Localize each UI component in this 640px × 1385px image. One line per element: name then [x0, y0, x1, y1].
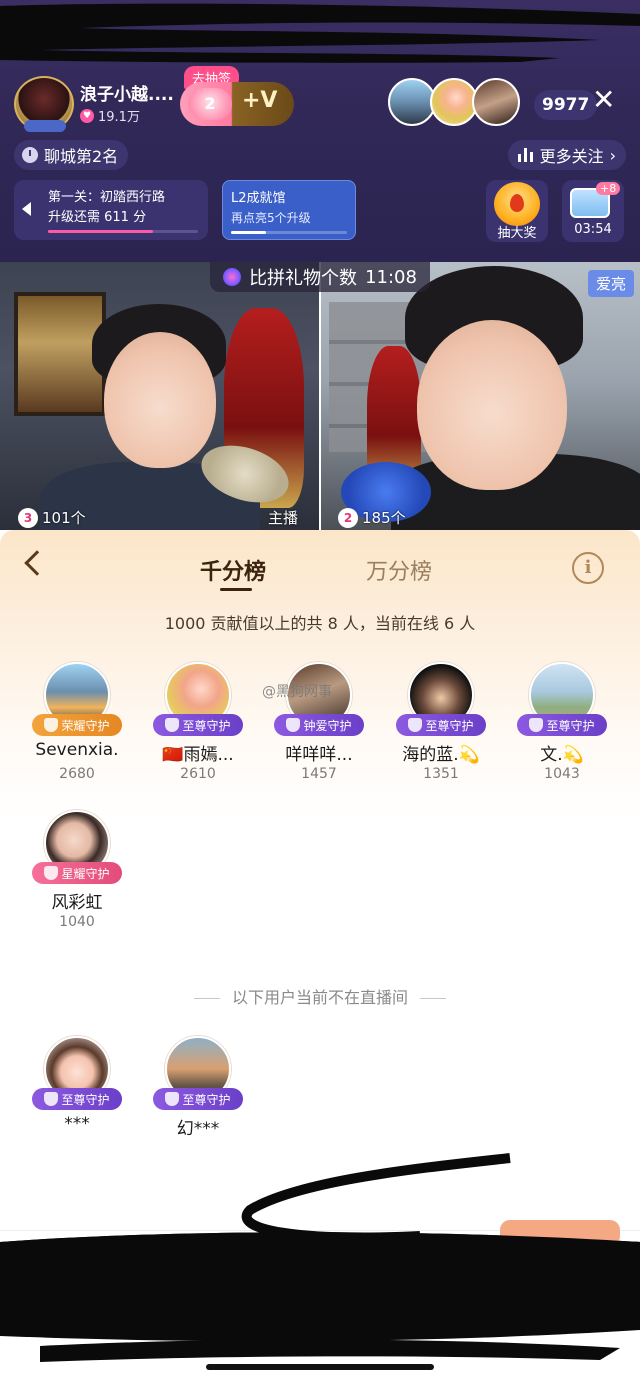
achievement-progress [231, 231, 347, 234]
draw-prize-label: 抽大奖 [497, 226, 537, 241]
guard-badge: 至尊守护 [396, 714, 486, 736]
guard-badge: 至尊守护 [153, 1088, 243, 1110]
member-score: 1351 [423, 766, 459, 782]
city-rank-label: 聊城第2名 [44, 147, 119, 166]
offline-divider: 以下用户当前不在直播间 [0, 984, 640, 1008]
host-fans-count: 19.1万 [98, 110, 140, 125]
tab-underline [220, 588, 252, 591]
viewer-avatar[interactable] [472, 78, 520, 126]
task-subtitle: 升级还需 611 分 [48, 210, 147, 225]
pk-video-area[interactable]: 比拼礼物个数 11:08 爱亮 3 101个 主播 2 185个 [0, 262, 640, 530]
guard-badge: 钟爱守护 [274, 714, 364, 736]
shield-icon [165, 1092, 180, 1106]
gift-plus-badge: +8 [596, 182, 621, 195]
redaction-scribble [0, 1153, 640, 1362]
shield-icon [408, 718, 423, 732]
member-name: 海的蓝.💫 [402, 745, 480, 765]
member-score: 1040 [59, 914, 95, 930]
member-name: 咩咩咩... [285, 745, 353, 765]
shield-icon [529, 718, 544, 732]
rank-row: 聊城第2名 更多关注 › [14, 140, 626, 170]
host-fans: ♥ 19.1万 [80, 106, 140, 125]
contest-title: 比拼礼物个数 [249, 268, 358, 289]
redaction-scribble [0, 3, 640, 63]
firework-icon [223, 268, 242, 286]
host-info-row: 浪子小越.... ♥ 19.1万 去抽签 2 +V 9977 ✕ [14, 66, 626, 132]
contest-bar: 比拼礼物个数 11:08 [210, 262, 430, 292]
watermark: @黑狗网事 [262, 684, 332, 700]
guard-badge: 至尊守护 [32, 1088, 122, 1110]
person-face [417, 320, 567, 490]
member-name: 幻*** [176, 1119, 220, 1139]
guard-badge: 荣耀守护 [32, 714, 122, 736]
collapse-arrow-icon[interactable] [22, 202, 31, 216]
host-avatar[interactable] [14, 76, 74, 132]
info-icon[interactable]: i [572, 552, 604, 584]
member-score: 1457 [301, 766, 337, 782]
right-count: 185个 [362, 509, 406, 527]
prize-ball-icon [494, 182, 540, 226]
left-score: 3 101个 [18, 507, 86, 528]
member-score: 2610 [180, 766, 216, 782]
right-stream[interactable] [321, 262, 640, 530]
host-label: 主播 [268, 509, 299, 527]
heart-icon: ♥ [80, 108, 94, 123]
bars-icon [517, 148, 534, 162]
member-score: 2680 [59, 766, 95, 782]
right-rank-badge: 2 [338, 507, 358, 528]
opponent-name-tag[interactable]: 爱亮 [587, 270, 634, 297]
member-name: 风彩虹 [51, 893, 103, 913]
back-icon[interactable] [24, 550, 50, 576]
contest-time: 11:08 [365, 266, 417, 288]
close-icon[interactable]: ✕ [592, 86, 615, 114]
member-score: 1043 [544, 766, 580, 782]
right-score: 2 185个 [338, 507, 406, 528]
achievement-title: L2成就馆 [231, 191, 286, 206]
level-task-card[interactable]: 第一关：初踏西行路 升级还需 611 分 [14, 180, 208, 240]
viewer-avatar[interactable] [430, 78, 478, 126]
tab-ten-thousand[interactable]: 万分榜 [366, 554, 432, 586]
tab-thousand[interactable]: 千分榜 [200, 554, 266, 586]
task-progress [48, 230, 198, 233]
left-stream[interactable] [0, 262, 319, 530]
more-follow-label: 更多关注 [539, 147, 604, 166]
shield-icon [165, 718, 180, 732]
viewer-avatar[interactable] [388, 78, 436, 126]
live-header: 浪子小越.... ♥ 19.1万 去抽签 2 +V 9977 ✕ 聊城第2名 更… [0, 0, 640, 262]
gift-timer-button[interactable]: +8 03:54 [562, 180, 624, 242]
person-face [104, 332, 216, 468]
city-rank-button[interactable]: 聊城第2名 [14, 140, 129, 170]
lottery-level: 2 [188, 88, 232, 120]
guard-badge: 星耀守护 [32, 862, 122, 884]
countdown-timer: 03:54 [574, 222, 612, 237]
summary-text: 1000 贡献值以上的共 8 人，当前在线 6 人 [164, 614, 476, 633]
draw-prize-button[interactable]: 抽大奖 [486, 180, 548, 242]
chevron-right-icon: › [609, 145, 616, 165]
member-name: 🇨🇳雨嫣... [162, 745, 234, 765]
lottery-button[interactable]: 2 +V [180, 82, 294, 126]
left-rank-badge: 3 [18, 507, 38, 528]
achievement-card[interactable]: L2成就馆 再点亮5个升级 [222, 180, 356, 240]
left-count: 101个 [42, 509, 86, 527]
shield-icon [44, 1092, 59, 1106]
member-name: *** [64, 1114, 90, 1134]
shield-icon [44, 718, 59, 732]
shield-icon [286, 718, 301, 732]
more-follow-button[interactable]: 更多关注 › [507, 140, 626, 170]
host-name[interactable]: 浪子小越.... [80, 80, 174, 105]
guard-badge: 至尊守护 [517, 714, 607, 736]
top-viewers[interactable] [388, 78, 528, 126]
member-name: 文.💫 [540, 745, 584, 765]
shield-icon [44, 866, 59, 880]
vplus-icon: +V [242, 88, 278, 113]
clock-icon [22, 147, 38, 163]
viewer-count[interactable]: 9977 [534, 90, 598, 120]
member-name: Sevenxia. [35, 740, 119, 760]
home-indicator[interactable] [206, 1364, 434, 1370]
task-title: 第一关：初踏西行路 [48, 190, 166, 205]
achievement-subtitle: 再点亮5个升级 [231, 211, 311, 225]
guard-badge: 至尊守护 [153, 714, 243, 736]
